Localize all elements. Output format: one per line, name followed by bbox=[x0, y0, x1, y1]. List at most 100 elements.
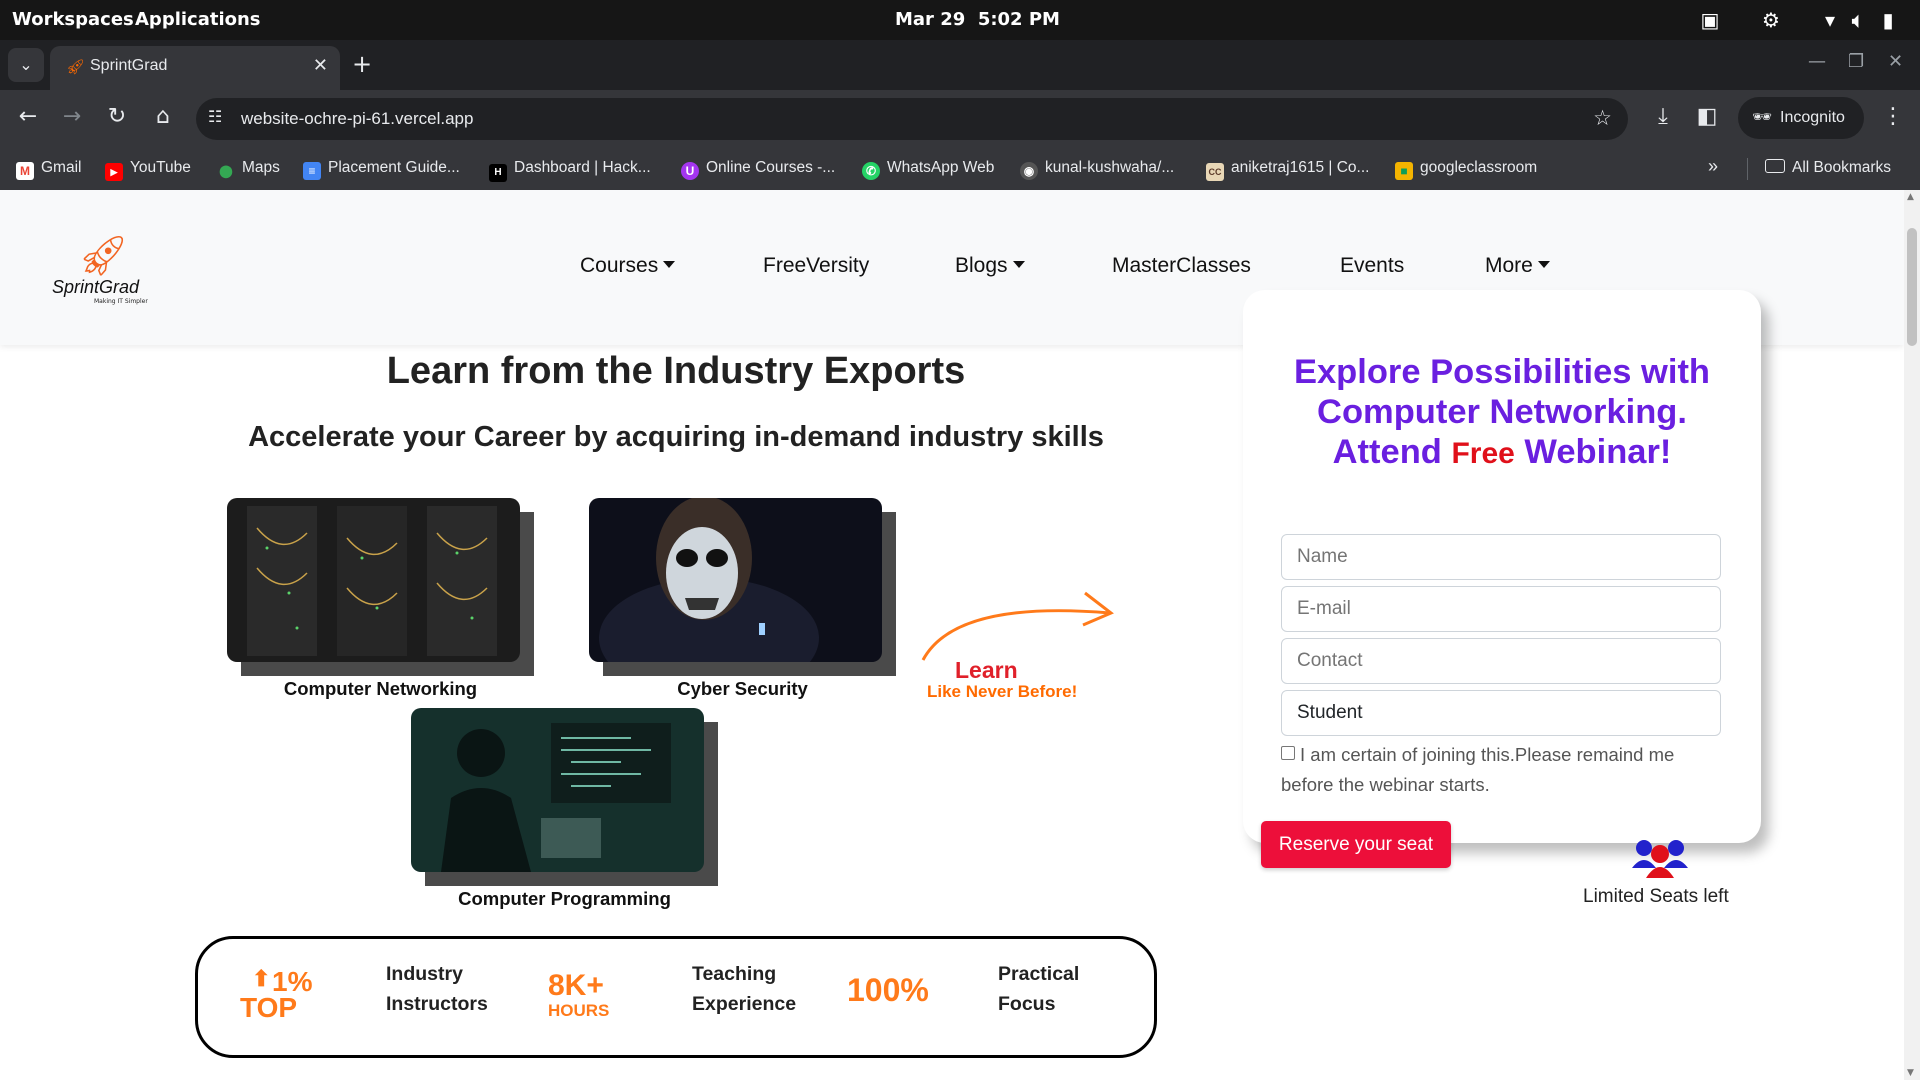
stats-bar: ⬆ 1% TOP Industry Instructors 8K+ HOURS T… bbox=[195, 936, 1157, 1058]
logo-text: SprintGrad bbox=[52, 277, 140, 297]
bookmark-placement-guide[interactable]: ≡ Placement Guide... bbox=[303, 159, 460, 180]
stat-label-focus: Practical Focus bbox=[998, 963, 1080, 1015]
youtube-icon: ▶ bbox=[105, 163, 123, 181]
incognito-icon: 🕶︎ bbox=[1752, 109, 1773, 126]
caret-down-icon bbox=[663, 261, 676, 268]
browser-tab[interactable]: 🚀︎ SprintGrad ✕ bbox=[50, 46, 340, 90]
bookmarks-divider bbox=[1747, 158, 1748, 180]
nav-more[interactable]: More bbox=[1485, 254, 1550, 278]
curved-arrow-icon bbox=[921, 591, 1114, 661]
bookmark-whatsapp[interactable]: ✆ WhatsApp Web bbox=[862, 159, 994, 180]
bookmark-codechef[interactable]: CC aniketraj1615 | Co... bbox=[1206, 159, 1369, 181]
bookmark-googleclassroom[interactable]: ■ googleclassroom bbox=[1395, 159, 1537, 180]
sprintgrad-favicon-icon: 🚀︎ bbox=[66, 58, 86, 76]
workspaces-menu[interactable]: Workspaces bbox=[12, 9, 134, 30]
up-arrow-icon: ⬆ bbox=[252, 966, 271, 991]
stat-label-instructors: Industry Instructors bbox=[386, 963, 488, 1015]
bookmark-hackerrank[interactable]: H Dashboard | Hack... bbox=[489, 159, 651, 182]
nav-courses[interactable]: Courses bbox=[580, 254, 676, 278]
webinar-title: Explore Possibilities with Computer Netw… bbox=[1293, 353, 1711, 471]
group-people-icon bbox=[1632, 840, 1688, 878]
side-panel-icon[interactable]: ◧ bbox=[1692, 104, 1722, 129]
rocket-icon: 🚀︎ bbox=[78, 233, 129, 279]
reload-icon[interactable]: ↻ bbox=[102, 104, 132, 129]
screen-share-icon[interactable]: ▣ bbox=[1698, 8, 1722, 32]
course-caption: Computer Networking bbox=[283, 678, 478, 699]
scrollbar-thumb[interactable] bbox=[1907, 228, 1917, 346]
more-bookmarks-icon[interactable]: » bbox=[1708, 156, 1718, 177]
course-card-networking[interactable]: Computer Networking bbox=[227, 498, 534, 699]
occupation-select[interactable]: Student bbox=[1281, 690, 1721, 736]
bookmark-youtube[interactable]: ▶ YouTube bbox=[105, 159, 191, 181]
whatsapp-icon: ✆ bbox=[862, 162, 880, 180]
battery-icon[interactable]: ▮ bbox=[1876, 8, 1900, 32]
hero-title: Learn from the Industry Exports bbox=[386, 350, 966, 392]
nav-masterclasses[interactable]: MasterClasses bbox=[1112, 254, 1251, 278]
browser-menu-icon[interactable]: ⋮ bbox=[1878, 104, 1908, 129]
github-icon: ◉ bbox=[1020, 162, 1038, 180]
download-icon[interactable]: ⤓ bbox=[1648, 104, 1678, 129]
codechef-icon: CC bbox=[1206, 163, 1224, 181]
scroll-up-arrow-icon[interactable]: ▲ bbox=[1907, 192, 1914, 202]
home-icon[interactable]: ⌂ bbox=[148, 104, 178, 129]
close-tab-icon[interactable]: ✕ bbox=[313, 55, 328, 76]
date-label: Mar 29 bbox=[895, 9, 966, 30]
learn-text: Learn bbox=[955, 657, 1018, 683]
bookmarks-bar: M Gmail ▶ YouTube ⬤ Maps ≡ Placement Guide..… bbox=[0, 148, 1920, 190]
nav-events[interactable]: Events bbox=[1340, 254, 1404, 278]
course-card-programming[interactable]: Computer Programming bbox=[411, 708, 718, 909]
name-field[interactable] bbox=[1281, 534, 1721, 580]
bookmark-gmail[interactable]: M Gmail bbox=[16, 159, 81, 180]
new-tab-button[interactable]: + bbox=[352, 50, 372, 78]
hackerrank-icon: H bbox=[489, 164, 507, 182]
scroll-down-arrow-icon[interactable]: ▼ bbox=[1907, 1068, 1914, 1078]
networking-image bbox=[227, 498, 520, 662]
reserve-seat-button[interactable]: Reserve your seat bbox=[1261, 821, 1451, 868]
reminder-checkbox[interactable] bbox=[1281, 746, 1295, 760]
clock[interactable]: Mar 29 5:02 PM bbox=[895, 9, 1060, 30]
stat-label-experience: Teaching Experience bbox=[692, 963, 797, 1015]
page-scrollbar[interactable]: ▲ ▼ bbox=[1904, 190, 1920, 1080]
contact-field[interactable] bbox=[1281, 638, 1721, 684]
classroom-icon: ■ bbox=[1395, 162, 1413, 180]
incognito-indicator[interactable]: 🕶︎ Incognito bbox=[1738, 97, 1864, 139]
caret-down-icon bbox=[1012, 261, 1025, 268]
back-arrow-icon[interactable]: ← bbox=[13, 104, 43, 129]
restore-icon[interactable]: ❐ bbox=[1848, 51, 1864, 72]
8k-hours-badge: 8K+ HOURS bbox=[548, 969, 610, 1020]
all-bookmarks-folder[interactable]: All Bookmarks bbox=[1765, 159, 1891, 177]
reminder-checkbox-row[interactable]: I am certain of joining this.Please rema… bbox=[1281, 740, 1721, 800]
webinar-card: Explore Possibilities with Computer Netw… bbox=[1243, 290, 1761, 907]
wifi-icon[interactable]: ▾ bbox=[1818, 8, 1842, 32]
folder-icon bbox=[1765, 159, 1785, 173]
limited-seats-text: Limited Seats left bbox=[1583, 886, 1729, 907]
caret-down-icon bbox=[1537, 261, 1550, 268]
like-never-before-text: Like Never Before! bbox=[927, 682, 1078, 701]
forward-arrow-icon[interactable]: → bbox=[57, 104, 87, 129]
minimize-icon[interactable]: — bbox=[1808, 51, 1826, 72]
browser-toolbar: ← → ↻ ⌂ ☷ website-ochre-pi-61.vercel.app… bbox=[0, 90, 1920, 148]
sprintgrad-logo[interactable]: 🚀︎ SprintGrad Making IT Simpler bbox=[50, 232, 165, 312]
nav-blogs[interactable]: Blogs bbox=[955, 254, 1025, 278]
volume-icon[interactable]: 🔈︎ bbox=[1846, 8, 1870, 32]
time-label: 5:02 PM bbox=[977, 9, 1060, 30]
nav-freeversity[interactable]: FreeVersity bbox=[763, 254, 869, 278]
tab-search-button[interactable]: ⌄ bbox=[8, 48, 44, 82]
url-text[interactable]: website-ochre-pi-61.vercel.app bbox=[241, 109, 473, 129]
course-caption: Computer Programming bbox=[458, 888, 671, 909]
cybersecurity-image bbox=[589, 498, 882, 662]
bookmark-online-courses[interactable]: U Online Courses -... bbox=[681, 159, 835, 180]
settings-gear-icon[interactable]: ⚙ bbox=[1759, 8, 1783, 32]
learn-arrow-graphic: Learn Like Never Before! bbox=[915, 585, 1125, 715]
bookmark-maps[interactable]: ⬤ Maps bbox=[217, 159, 280, 180]
applications-menu[interactable]: Applications bbox=[135, 9, 261, 30]
address-bar[interactable]: ☷ website-ochre-pi-61.vercel.app ☆ bbox=[196, 98, 1628, 140]
bookmark-github[interactable]: ◉ kunal-kushwaha/... bbox=[1020, 159, 1174, 180]
email-field[interactable] bbox=[1281, 586, 1721, 632]
close-window-icon[interactable]: ✕ bbox=[1888, 51, 1903, 72]
programming-image bbox=[411, 708, 704, 872]
page-viewport: 🚀︎ SprintGrad Making IT Simpler Courses … bbox=[0, 190, 1920, 1080]
course-card-cybersecurity[interactable]: Cyber Security bbox=[589, 498, 896, 699]
bookmark-star-icon[interactable]: ☆ bbox=[1593, 106, 1612, 130]
site-info-icon[interactable]: ☷ bbox=[208, 107, 222, 126]
